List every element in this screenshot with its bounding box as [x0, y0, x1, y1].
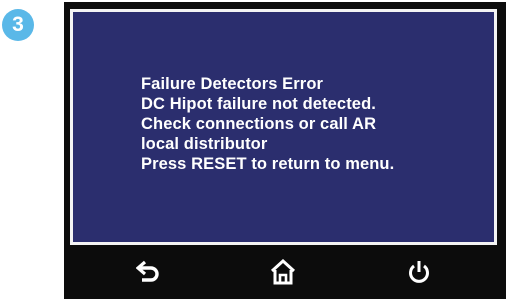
error-screen: Failure Detectors Error DC Hipot failure… [70, 9, 497, 245]
device-display: Failure Detectors Error DC Hipot failure… [64, 2, 506, 299]
back-arrow-icon [136, 260, 159, 282]
error-message-line-5: Press RESET to return to menu. [141, 155, 395, 173]
error-message-line-1: Failure Detectors Error [141, 75, 324, 93]
back-button[interactable] [129, 252, 169, 292]
home-icon [270, 259, 296, 285]
error-message-line-4: local distributor [141, 135, 268, 153]
error-message-line-2: DC Hipot failure not detected. [141, 95, 376, 113]
step-number-badge: 3 [2, 9, 34, 41]
error-message-line-3: Check connections or call AR [141, 115, 377, 133]
navigation-bar [64, 245, 506, 299]
home-button[interactable] [263, 252, 303, 292]
power-button[interactable] [399, 252, 439, 292]
error-message: Failure Detectors Error DC Hipot failure… [141, 74, 394, 174]
power-icon [409, 261, 429, 283]
